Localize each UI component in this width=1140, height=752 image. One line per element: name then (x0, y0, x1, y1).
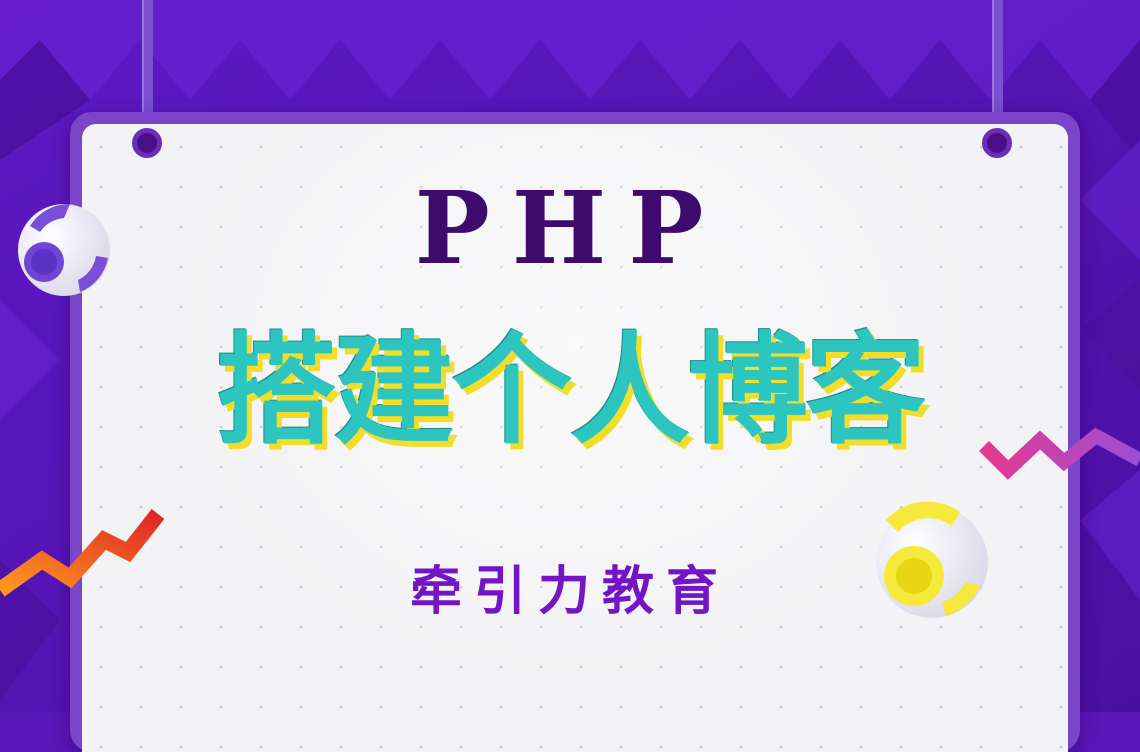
right-hanger-ring (982, 128, 1012, 158)
subtitle-brand: 牵引力教育 (409, 562, 730, 622)
left-hanger-ring (132, 128, 162, 158)
title-main: 搭建个人博客 (216, 322, 926, 461)
title-php: PHP (414, 169, 726, 287)
